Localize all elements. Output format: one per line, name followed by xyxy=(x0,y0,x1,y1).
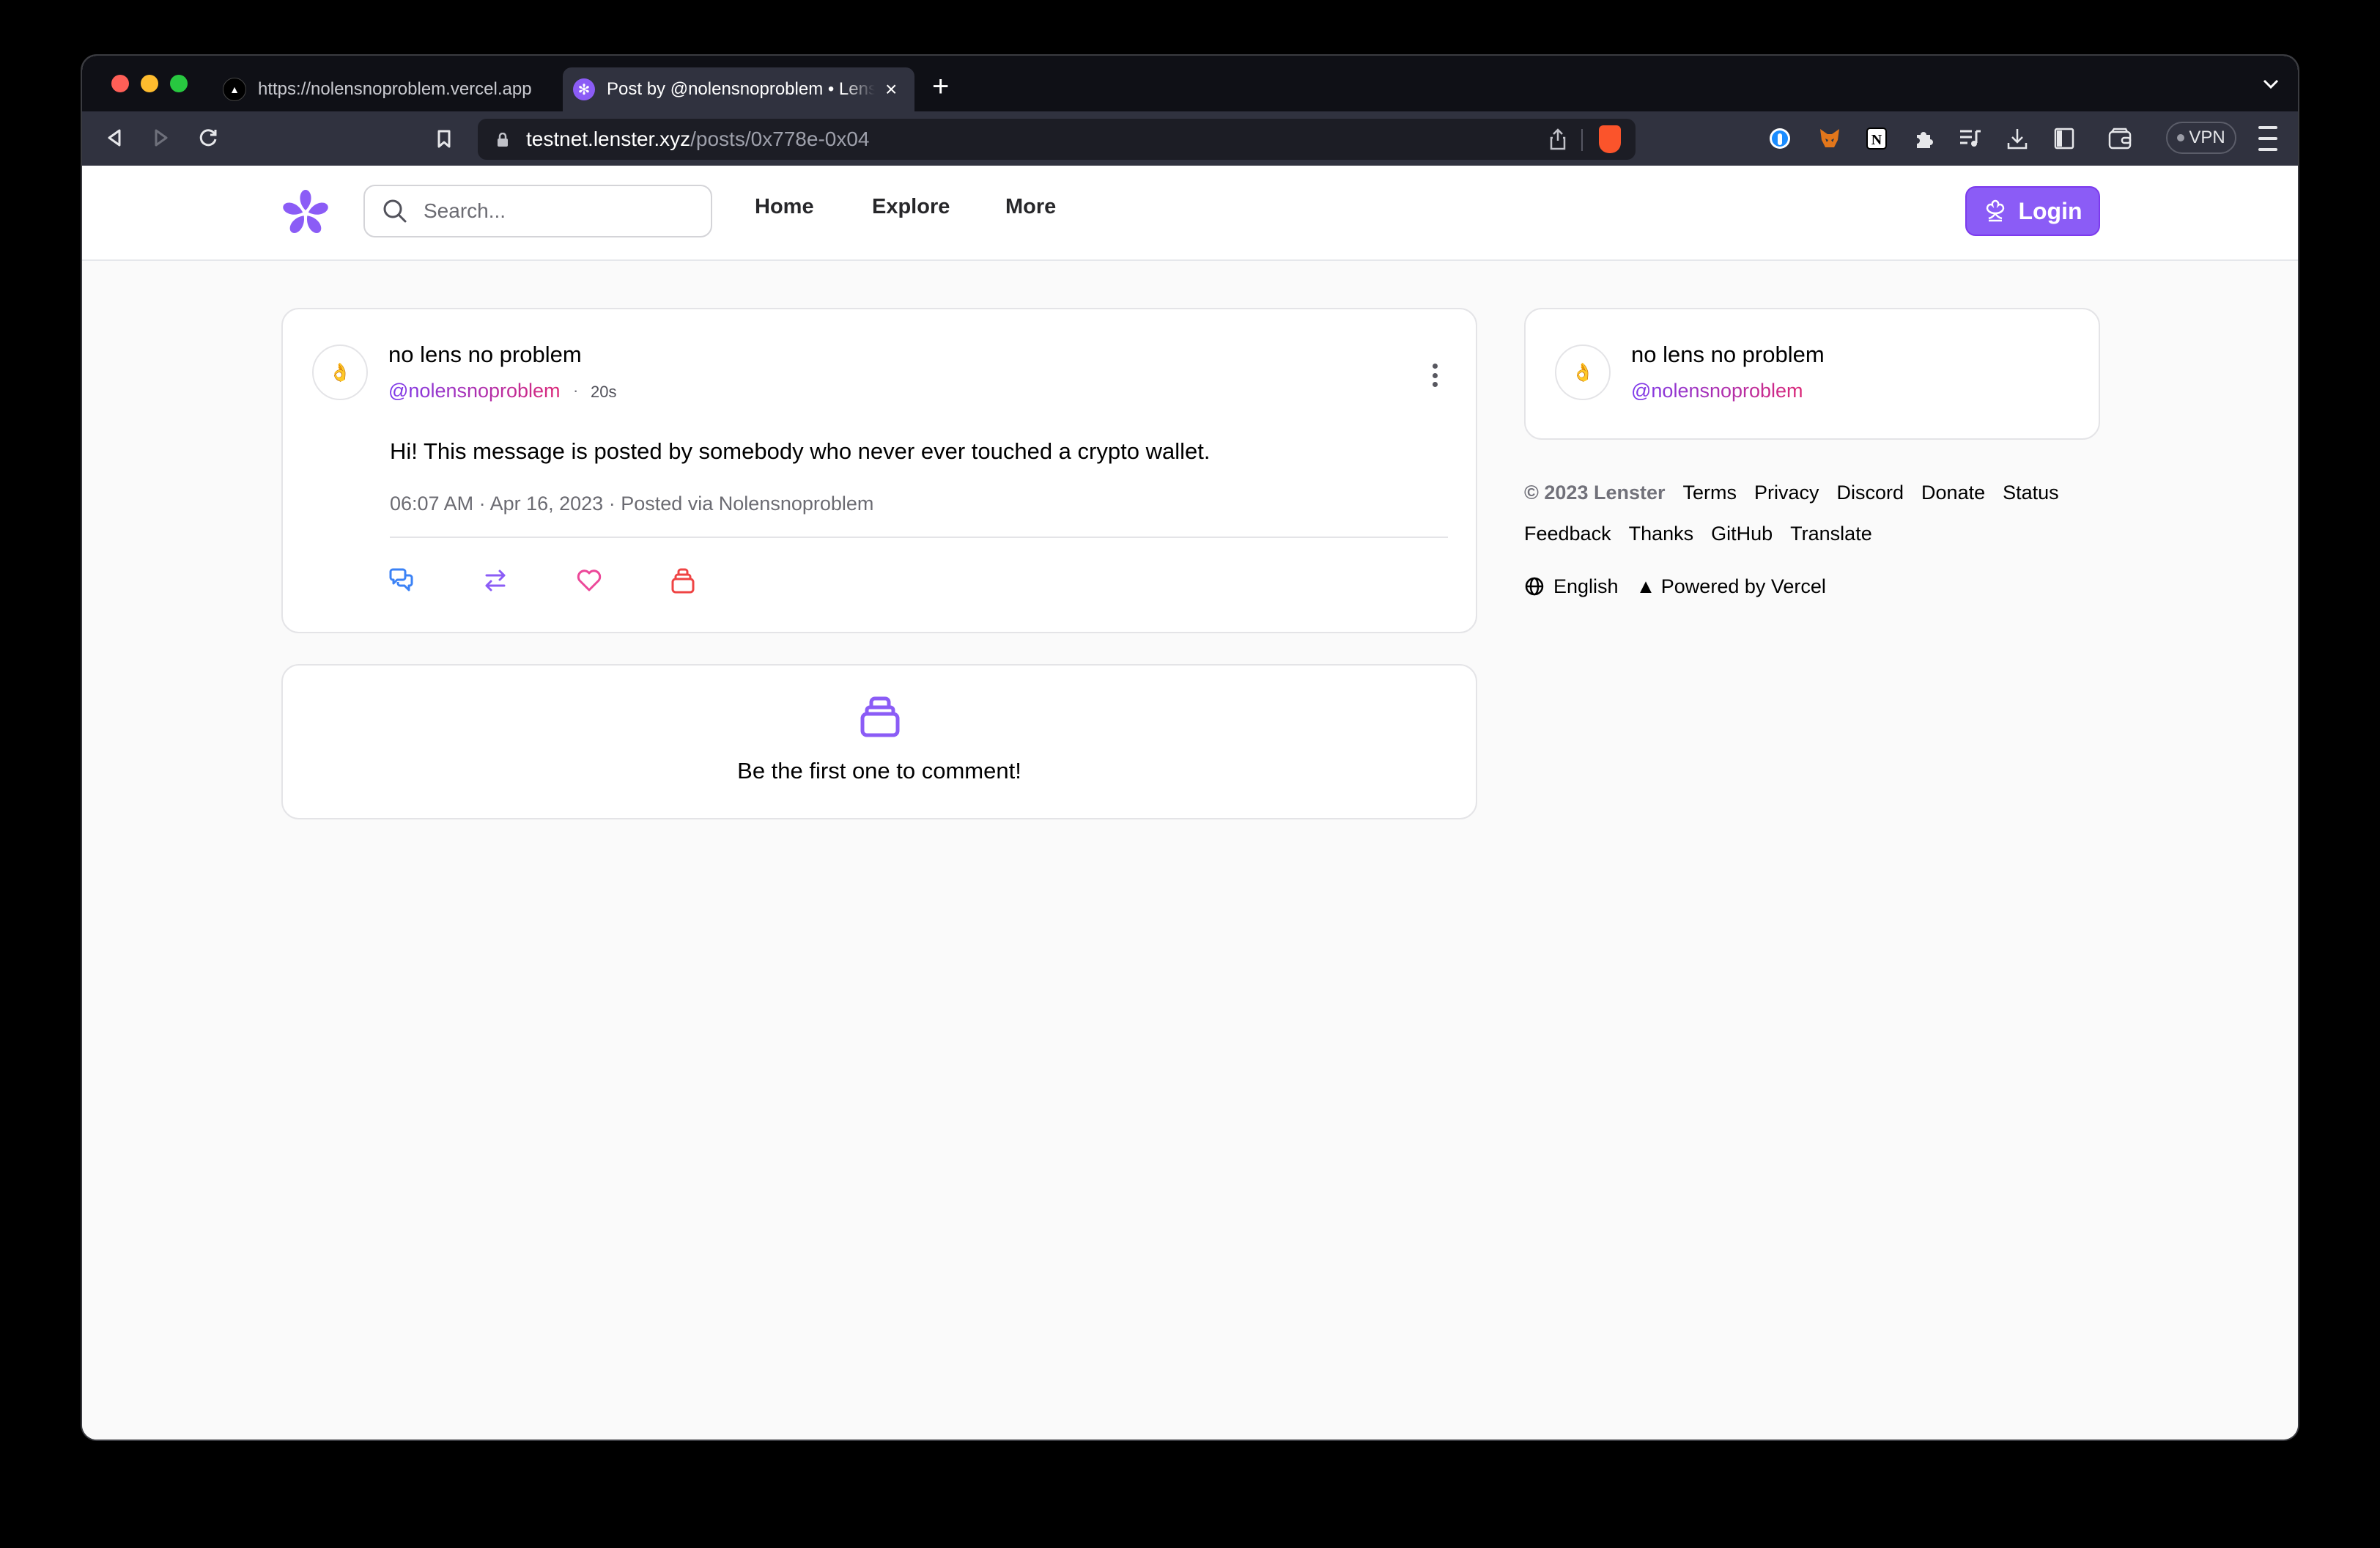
search-icon xyxy=(383,199,407,223)
collect-icon xyxy=(671,568,695,594)
author-name[interactable]: no lens no problem xyxy=(388,342,582,368)
tab-title: Post by @nolensnoproblem • Lenster xyxy=(607,79,875,99)
lenster-flower-icon: ✻ xyxy=(573,78,595,100)
address-bar[interactable]: testnet.lenster.xyz/posts/0x778e-0x04 xyxy=(478,119,1636,160)
browser-menu-icon[interactable] xyxy=(2258,126,2277,151)
close-window-button[interactable] xyxy=(111,75,129,92)
avatar[interactable]: 👌 xyxy=(312,344,368,400)
language-selector[interactable]: English xyxy=(1524,575,1619,598)
sidebar-icon[interactable] xyxy=(2052,126,2077,151)
footer-link-thanks[interactable]: Thanks xyxy=(1629,523,1694,545)
bookmark-icon[interactable] xyxy=(429,125,459,154)
browser-window: ▲ https://nolensnoproblem.vercel.app ✻ P… xyxy=(82,56,2298,1440)
reload-icon[interactable] xyxy=(193,123,223,152)
nav-explore-link[interactable]: Explore xyxy=(872,195,950,219)
lens-icon xyxy=(1987,199,2005,222)
back-icon[interactable] xyxy=(100,123,129,152)
copyright: © 2023 Lenster xyxy=(1524,481,1666,504)
download-icon[interactable] xyxy=(2005,126,2030,151)
post-card: 👌 no lens no problem @nolensnoproblem · … xyxy=(281,308,1477,633)
comment-icon xyxy=(389,568,413,591)
post-body: Hi! This message is posted by somebody w… xyxy=(390,438,1211,464)
profile-name[interactable]: no lens no problem xyxy=(1631,342,1825,368)
footer-link-privacy[interactable]: Privacy xyxy=(1754,482,1819,504)
forward-icon[interactable] xyxy=(147,123,176,152)
metamask-fox-icon[interactable] xyxy=(1817,126,1842,151)
footer-link-feedback[interactable]: Feedback xyxy=(1524,523,1611,545)
footer-row-2: Feedback Thanks GitHub Translate xyxy=(1524,513,2110,554)
footer-link-status[interactable]: Status xyxy=(2003,482,2059,504)
footer-link-translate[interactable]: Translate xyxy=(1790,523,1872,545)
author-handle[interactable]: @nolensnoproblem xyxy=(388,380,561,402)
post-meta: 06:07 AM · Apr 16, 2023 · Posted via Nol… xyxy=(390,493,874,515)
divider xyxy=(390,537,1448,538)
url-text[interactable]: testnet.lenster.xyz/posts/0x778e-0x04 xyxy=(526,128,870,151)
url-separator xyxy=(1581,129,1583,151)
brave-shields-icon[interactable] xyxy=(1599,125,1621,153)
svg-text:N: N xyxy=(1871,132,1882,148)
footer-link-terms[interactable]: Terms xyxy=(1683,482,1737,504)
lock-icon xyxy=(497,132,509,147)
comment-button[interactable] xyxy=(385,564,418,597)
tab-title: https://nolensnoproblem.vercel.app xyxy=(258,79,532,99)
share-icon[interactable] xyxy=(1549,128,1567,155)
empty-comments-message: Be the first one to comment! xyxy=(737,758,1021,784)
relative-time: 20s xyxy=(591,383,617,401)
avatar[interactable]: 👌 xyxy=(1555,344,1611,400)
tab-strip: ▲ https://nolensnoproblem.vercel.app ✻ P… xyxy=(82,56,2298,111)
browser-toolbar: testnet.lenster.xyz/posts/0x778e-0x04 N xyxy=(82,111,2298,166)
mirror-arrows-icon xyxy=(485,570,506,591)
separator: · xyxy=(573,381,579,399)
notion-icon[interactable]: N xyxy=(1864,126,1889,151)
mirror-button[interactable] xyxy=(479,564,511,597)
minimize-window-button[interactable] xyxy=(141,75,158,92)
profile-card: 👌 no lens no problem @nolensnoproblem xyxy=(1524,308,2100,440)
playlist-icon[interactable] xyxy=(1958,126,1983,151)
more-options-icon[interactable] xyxy=(1426,359,1444,391)
heart-icon xyxy=(577,570,602,591)
vercel-triangle-icon: ▲ xyxy=(223,78,246,101)
collect-empty-icon xyxy=(860,696,900,737)
powered-by-vercel-link[interactable]: ▲ Powered by Vercel xyxy=(1636,575,1826,598)
profile-handle[interactable]: @nolensnoproblem xyxy=(1631,380,1803,402)
footer-row-1: © 2023 Lenster Terms Privacy Discord Don… xyxy=(1524,472,2110,513)
vpn-status-dot xyxy=(2177,134,2185,141)
footer: © 2023 Lenster Terms Privacy Discord Don… xyxy=(1524,472,2110,607)
site-header: Home Explore More Login xyxy=(82,166,2298,261)
footer-link-discord[interactable]: Discord xyxy=(1837,482,1904,504)
tab-lenster-post[interactable]: ✻ Post by @nolensnoproblem • Lenster × xyxy=(563,67,914,111)
footer-link-donate[interactable]: Donate xyxy=(1921,482,1985,504)
wallet-icon[interactable] xyxy=(2107,126,2132,151)
collect-button[interactable] xyxy=(667,564,699,597)
vpn-button[interactable]: VPN xyxy=(2166,122,2236,154)
page-content: Home Explore More Login 👌 no lens no pro… xyxy=(82,166,2298,1440)
search-input[interactable] xyxy=(422,199,689,224)
like-button[interactable] xyxy=(573,564,605,597)
one-password-icon[interactable] xyxy=(1767,126,1792,151)
close-tab-icon[interactable]: × xyxy=(885,78,897,101)
maximize-window-button[interactable] xyxy=(170,75,188,92)
login-button[interactable]: Login xyxy=(1965,186,2100,236)
new-tab-button[interactable]: + xyxy=(932,72,949,101)
footer-row-3: English ▲ Powered by Vercel xyxy=(1524,566,2110,607)
lenster-logo-icon[interactable] xyxy=(280,188,331,239)
footer-link-github[interactable]: GitHub xyxy=(1711,523,1773,545)
chevron-down-icon[interactable] xyxy=(2263,72,2279,95)
puzzle-extensions-icon[interactable] xyxy=(1911,126,1936,151)
search-box[interactable] xyxy=(363,185,712,237)
globe-icon xyxy=(1525,577,1544,596)
comments-empty-card: Be the first one to comment! xyxy=(281,664,1477,819)
nav-home-link[interactable]: Home xyxy=(755,195,814,219)
nav-more-link[interactable]: More xyxy=(1005,195,1056,219)
